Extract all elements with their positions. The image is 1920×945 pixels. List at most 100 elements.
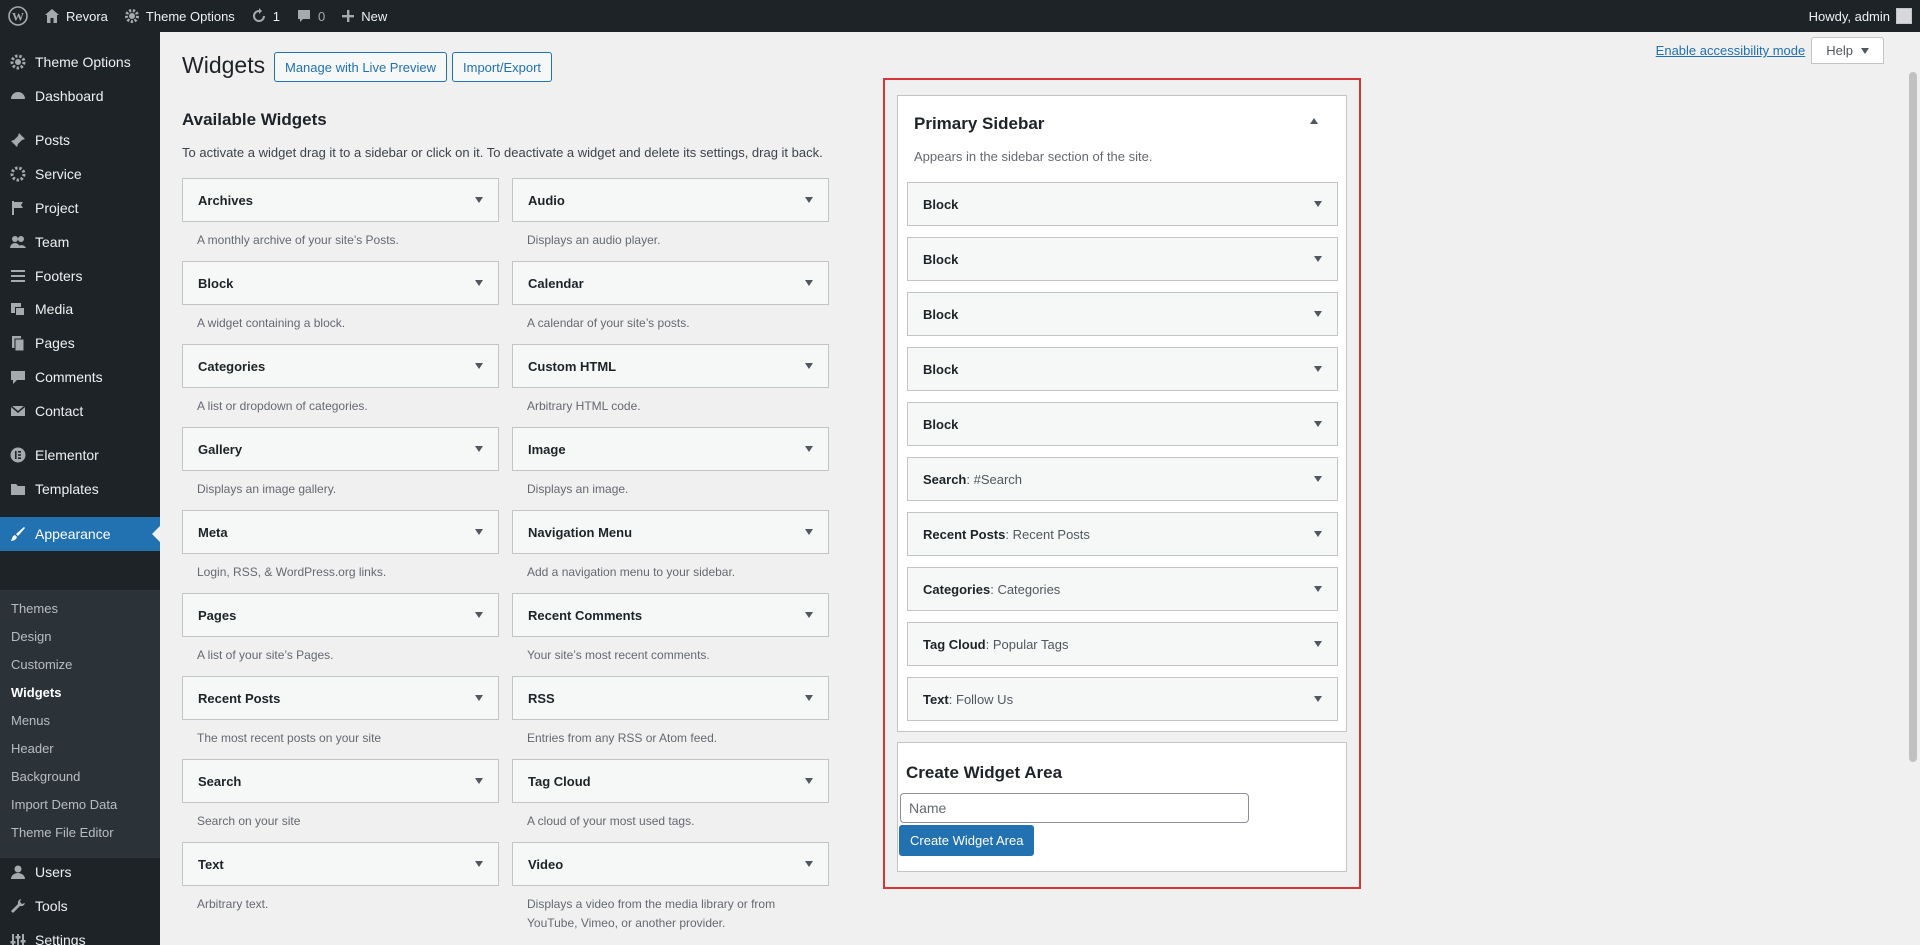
- available-widget[interactable]: Image: [512, 427, 829, 471]
- create-widget-area-button[interactable]: Create Widget Area: [899, 825, 1035, 856]
- chevron-down-icon[interactable]: [1314, 201, 1322, 207]
- chevron-down-icon[interactable]: [805, 529, 813, 535]
- sidebar-widget[interactable]: Block: [907, 402, 1338, 446]
- available-widget[interactable]: RSS: [512, 676, 829, 720]
- menu-item-dashboard[interactable]: Dashboard: [0, 79, 160, 113]
- sidebar-widget[interactable]: Text: Follow Us: [907, 677, 1338, 721]
- chevron-down-icon[interactable]: [475, 529, 483, 535]
- menu-item-tools[interactable]: Tools: [0, 889, 160, 923]
- chevron-down-icon[interactable]: [805, 612, 813, 618]
- chevron-down-icon[interactable]: [475, 363, 483, 369]
- wordpress-logo-icon[interactable]: W: [0, 0, 36, 32]
- chevron-down-icon[interactable]: [805, 861, 813, 867]
- sidebar-widget[interactable]: Block: [907, 182, 1338, 226]
- available-widget[interactable]: Recent Comments: [512, 593, 829, 637]
- scrollbar-thumb[interactable]: [1909, 72, 1917, 762]
- available-widget[interactable]: Archives: [182, 178, 499, 222]
- available-widget[interactable]: Recent Posts: [182, 676, 499, 720]
- chevron-down-icon[interactable]: [1314, 366, 1322, 372]
- chevron-down-icon[interactable]: [805, 695, 813, 701]
- submenu-item-widgets[interactable]: Widgets: [11, 685, 61, 700]
- available-widget[interactable]: Calendar: [512, 261, 829, 305]
- chevron-down-icon[interactable]: [475, 695, 483, 701]
- available-widget[interactable]: Custom HTML: [512, 344, 829, 388]
- site-name-link[interactable]: Revora: [36, 0, 116, 32]
- chevron-down-icon[interactable]: [475, 446, 483, 452]
- chevron-down-icon[interactable]: [475, 778, 483, 784]
- chevron-down-icon[interactable]: [805, 197, 813, 203]
- submenu-item-customize[interactable]: Customize: [11, 657, 72, 672]
- submenu-item-header[interactable]: Header: [11, 741, 54, 756]
- available-widget[interactable]: Navigation Menu: [512, 510, 829, 554]
- menu-item-elementor[interactable]: Elementor: [0, 438, 160, 472]
- sidebar-widget[interactable]: Block: [907, 347, 1338, 391]
- widget-description: Entries from any RSS or Atom feed.: [527, 731, 718, 745]
- menu-item-templates[interactable]: Templates: [0, 472, 160, 506]
- new-content-link[interactable]: New: [333, 0, 395, 32]
- submenu-item-import-demo-data[interactable]: Import Demo Data: [11, 797, 117, 812]
- import-export-button[interactable]: Import/Export: [452, 52, 553, 82]
- chevron-down-icon[interactable]: [1314, 531, 1322, 537]
- sidebar-widget[interactable]: Block: [907, 237, 1338, 281]
- menu-item-service[interactable]: Service: [0, 157, 160, 191]
- menu-item-team[interactable]: Team: [0, 225, 160, 259]
- menu-item-media[interactable]: Media: [0, 292, 160, 326]
- chevron-down-icon[interactable]: [1314, 641, 1322, 647]
- sidebar-widget[interactable]: Search: #Search: [907, 457, 1338, 501]
- menu-item-users[interactable]: Users: [0, 855, 160, 889]
- chevron-down-icon[interactable]: [1314, 256, 1322, 262]
- menu-item-comments[interactable]: Comments: [0, 360, 160, 394]
- chevron-down-icon[interactable]: [805, 778, 813, 784]
- submenu-item-themes[interactable]: Themes: [11, 601, 58, 616]
- menu-item-appearance[interactable]: Appearance: [0, 517, 160, 551]
- menu-item-theme-options[interactable]: Theme Options: [0, 45, 160, 79]
- sidebar-widget[interactable]: Categories: Categories: [907, 567, 1338, 611]
- available-widget[interactable]: Block: [182, 261, 499, 305]
- submenu-item-menus[interactable]: Menus: [11, 713, 50, 728]
- menu-item-project[interactable]: Project: [0, 191, 160, 225]
- available-widget[interactable]: Pages: [182, 593, 499, 637]
- chevron-down-icon[interactable]: [475, 280, 483, 286]
- menu-item-footers[interactable]: Footers: [0, 259, 160, 293]
- comments-link[interactable]: 0: [288, 0, 333, 32]
- menu-item-pages[interactable]: Pages: [0, 326, 160, 360]
- chevron-down-icon[interactable]: [1314, 586, 1322, 592]
- theme-options-link[interactable]: Theme Options: [116, 0, 243, 32]
- submenu-item-theme-file-editor[interactable]: Theme File Editor: [11, 825, 114, 840]
- my-account-link[interactable]: Howdy, admin: [1801, 0, 1920, 32]
- menu-item-posts[interactable]: Posts: [0, 123, 160, 157]
- updates-link[interactable]: 1: [243, 0, 288, 32]
- available-widget[interactable]: Search: [182, 759, 499, 803]
- menu-item-contact[interactable]: Contact: [0, 394, 160, 428]
- chevron-up-icon[interactable]: [1310, 118, 1318, 124]
- chevron-down-icon[interactable]: [805, 363, 813, 369]
- page-scrollbar[interactable]: [1905, 32, 1920, 945]
- live-preview-button[interactable]: Manage with Live Preview: [274, 52, 448, 82]
- widget-area-name-input[interactable]: [900, 793, 1249, 823]
- chevron-down-icon[interactable]: [475, 612, 483, 618]
- chevron-down-icon[interactable]: [1314, 696, 1322, 702]
- sidebar-widget[interactable]: Recent Posts: Recent Posts: [907, 512, 1338, 556]
- sidebar-widget[interactable]: Tag Cloud: Popular Tags: [907, 622, 1338, 666]
- available-widget[interactable]: Tag Cloud: [512, 759, 829, 803]
- chevron-down-icon[interactable]: [1314, 311, 1322, 317]
- available-widget[interactable]: Meta: [182, 510, 499, 554]
- available-widget[interactable]: Categories: [182, 344, 499, 388]
- submenu-item-design[interactable]: Design: [11, 629, 51, 644]
- chevron-down-icon[interactable]: [1314, 476, 1322, 482]
- chevron-down-icon[interactable]: [805, 446, 813, 452]
- available-widget[interactable]: Gallery: [182, 427, 499, 471]
- available-widget[interactable]: Audio: [512, 178, 829, 222]
- sidebar-widget[interactable]: Block: [907, 292, 1338, 336]
- chevron-down-icon[interactable]: [805, 280, 813, 286]
- chevron-down-icon[interactable]: [475, 197, 483, 203]
- available-widget[interactable]: Text: [182, 842, 499, 886]
- accessibility-mode-link[interactable]: Enable accessibility mode: [1656, 43, 1806, 58]
- chevron-down-icon[interactable]: [475, 861, 483, 867]
- primary-sidebar-title[interactable]: Primary Sidebar: [914, 114, 1044, 134]
- help-button[interactable]: Help: [1811, 37, 1884, 64]
- menu-item-settings[interactable]: Settings: [0, 923, 160, 945]
- chevron-down-icon[interactable]: [1314, 421, 1322, 427]
- available-widget[interactable]: Video: [512, 842, 829, 886]
- submenu-item-background[interactable]: Background: [11, 769, 80, 784]
